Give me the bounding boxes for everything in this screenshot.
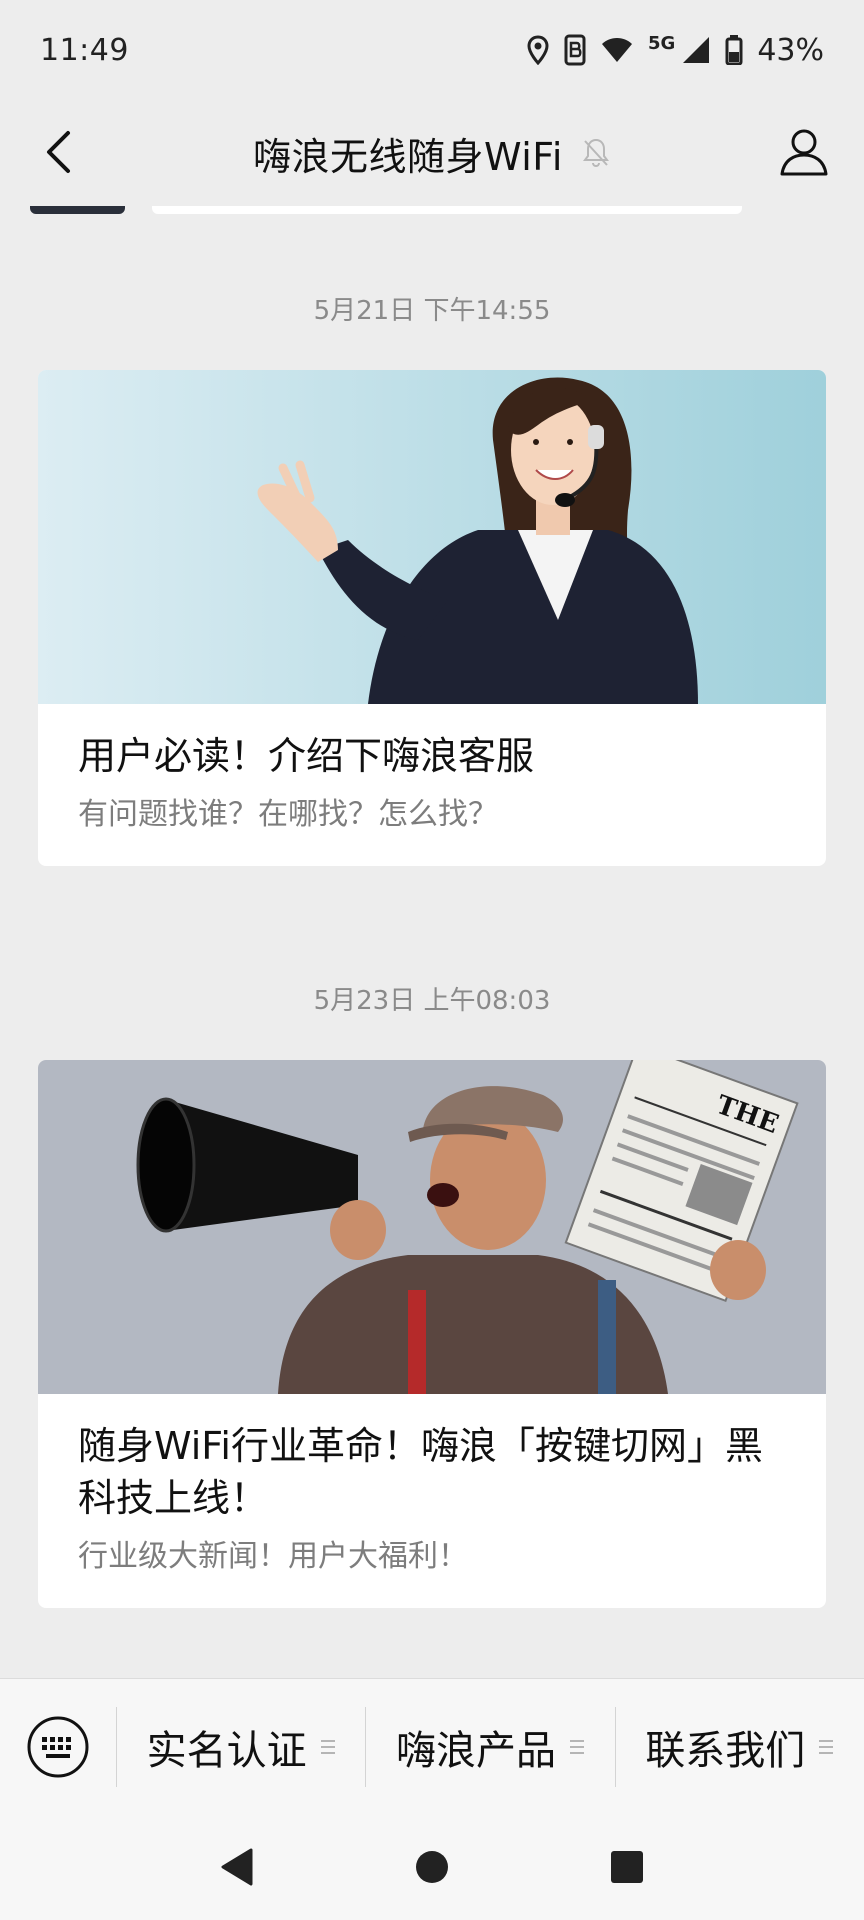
bottom-menu-bar: 实名认证 嗨浪产品 联系我们: [0, 1678, 864, 1814]
menu-item-label: 实名认证: [146, 1727, 307, 1774]
article-card[interactable]: 用户必读！介绍下嗨浪客服 有问题找谁？在哪找？怎么找？: [38, 370, 826, 866]
signal-icon: [681, 35, 711, 65]
recents-square-icon: [610, 1851, 643, 1883]
nfc-icon: [564, 34, 586, 66]
wifi-icon: [600, 36, 634, 64]
system-navigation-bar: [0, 1814, 864, 1920]
battery-percent: 43%: [757, 32, 824, 68]
keyboard-toggle-button[interactable]: [0, 1679, 116, 1815]
article-card[interactable]: THE 随身WiFi行业革命！嗨浪「按键切网」黑科技上线！ 行业级大新闻！用户大…: [38, 1060, 826, 1608]
article-description: 行业级大新闻！用户大福利！: [78, 1539, 468, 1574]
menu-item-real-name-verification[interactable]: 实名认证: [116, 1679, 365, 1815]
network-type-label: 5G: [648, 32, 676, 54]
article-card-body: 随身WiFi行业革命！嗨浪「按键切网」黑科技上线！ 行业级大新闻！用户大福利！: [38, 1394, 826, 1608]
mute-notification-icon: [581, 137, 611, 173]
keyboard-icon: [27, 1716, 89, 1777]
article-title: 随身WiFi行业革命！嗨浪「按键切网」黑科技上线！: [78, 1424, 763, 1520]
previous-message-fragment: [152, 206, 742, 214]
back-arrow-icon: [47, 131, 70, 173]
message-timestamp: 5月23日 上午08:03: [313, 986, 551, 1016]
newsboy-megaphone-photo: THE: [38, 1060, 826, 1394]
nav-bar: 嗨浪无线随身WiFi: [0, 100, 864, 206]
system-home-button[interactable]: [402, 1837, 462, 1897]
article-title: 用户必读！介绍下嗨浪客服: [78, 734, 535, 778]
system-recents-button[interactable]: [597, 1837, 657, 1897]
menu-item-contact-us[interactable]: 联系我们: [614, 1679, 864, 1815]
menu-item-products[interactable]: 嗨浪产品: [365, 1679, 614, 1815]
submenu-icon: [819, 1739, 834, 1754]
back-triangle-icon: [221, 1848, 253, 1886]
status-time: 11:49: [40, 32, 129, 68]
submenu-icon: [320, 1739, 335, 1754]
menu-item-label: 联系我们: [645, 1727, 806, 1774]
person-icon: [780, 129, 828, 176]
battery-icon: [725, 35, 743, 65]
screen: 11:49 5G 43% 嗨浪无线随身WiFi 5月21日 下午14:55 用户…: [0, 0, 864, 1920]
back-button[interactable]: [30, 124, 86, 180]
page-title: 嗨浪无线随身WiFi: [253, 134, 563, 179]
message-timestamp: 5月21日 下午14:55: [313, 296, 551, 326]
profile-button[interactable]: [774, 122, 834, 182]
home-circle-icon: [415, 1851, 448, 1883]
system-back-button[interactable]: [207, 1837, 267, 1897]
location-icon: [526, 35, 550, 65]
article-description: 有问题找谁？在哪找？怎么找？: [78, 797, 498, 832]
article-cover-image: THE: [38, 1060, 826, 1394]
status-bar: 11:49 5G 43%: [0, 0, 864, 100]
article-card-body: 用户必读！介绍下嗨浪客服 有问题找谁？在哪找？怎么找？: [38, 704, 826, 866]
submenu-icon: [569, 1739, 584, 1754]
article-cover-image: [38, 370, 826, 704]
menu-item-label: 嗨浪产品: [395, 1727, 556, 1774]
customer-service-photo: [38, 370, 826, 704]
status-icons: 5G 43%: [526, 33, 824, 68]
previous-message-fragment: [30, 206, 125, 214]
